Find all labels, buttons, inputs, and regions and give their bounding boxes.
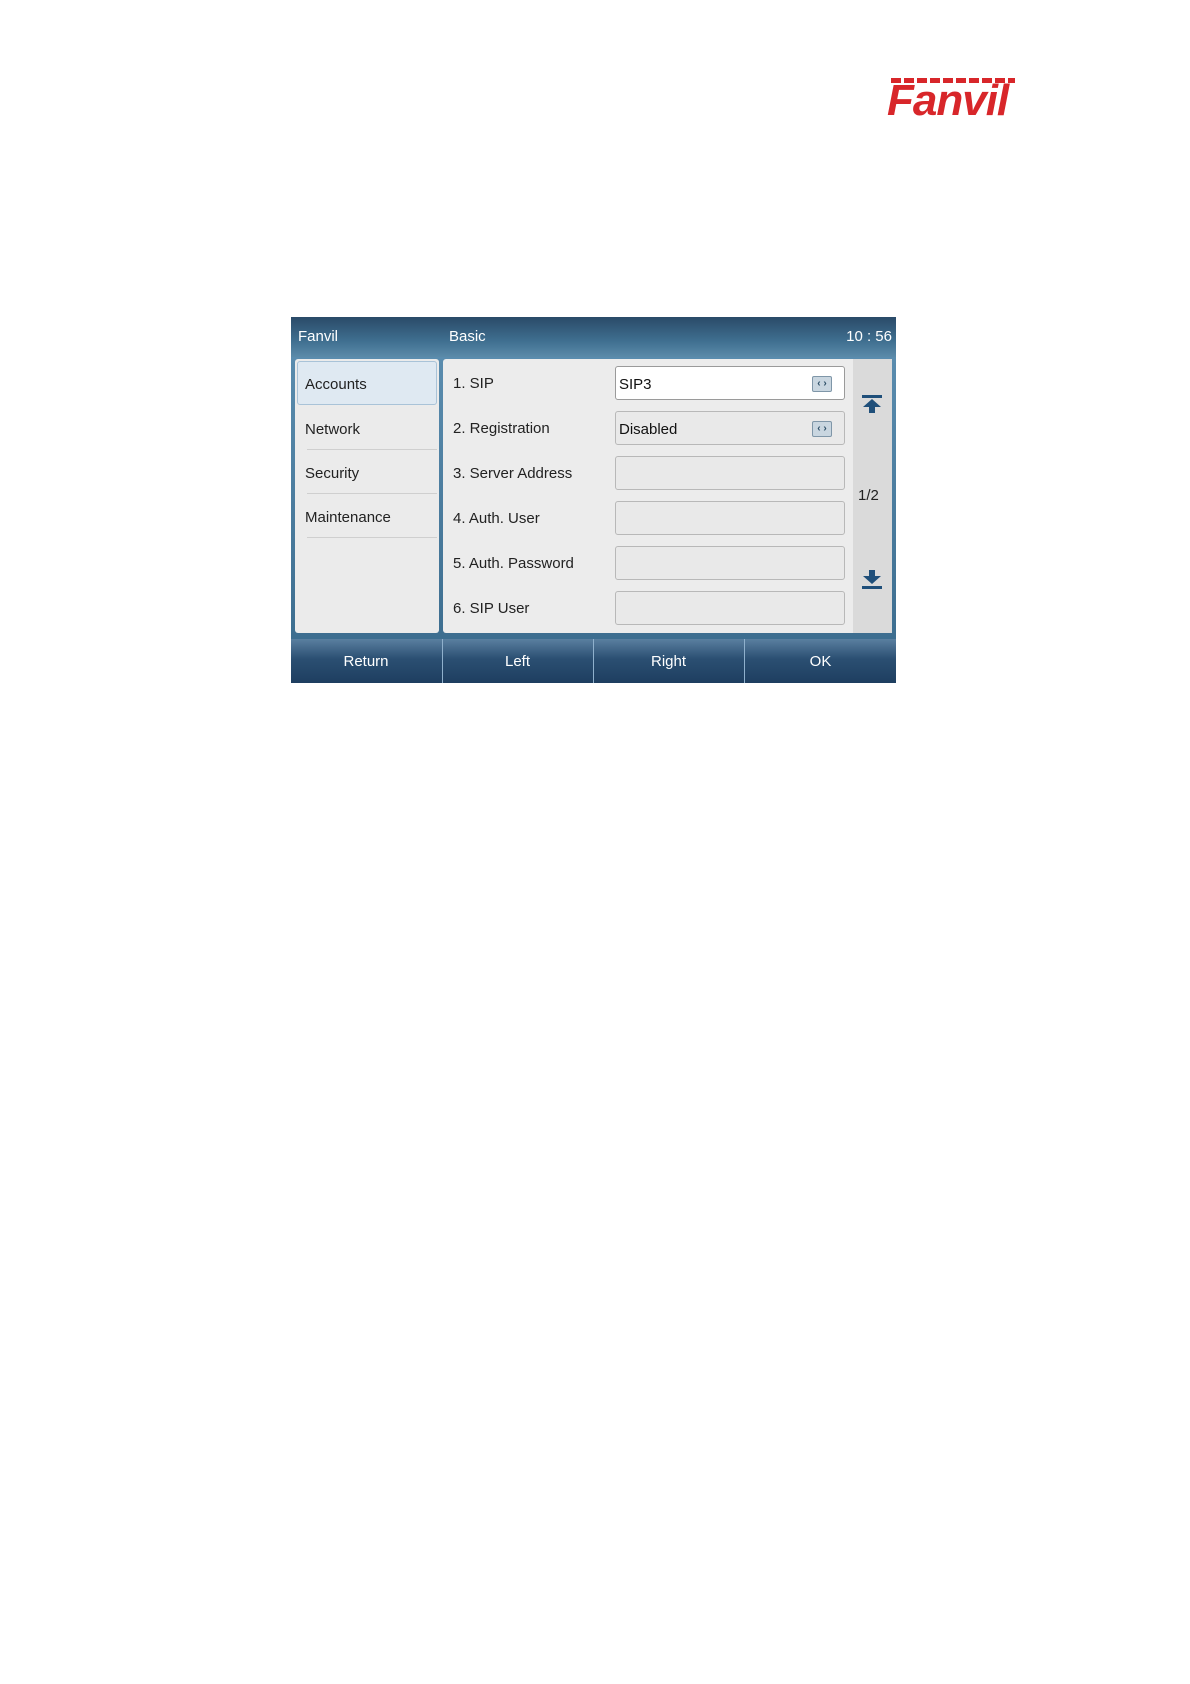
form-row-sip: 1. SIP SIP3 ‹ ›: [443, 361, 853, 406]
phone-screen: Fanvil Basic 10 : 56 Accounts Network Se…: [291, 317, 896, 683]
auth-password-input[interactable]: [615, 546, 845, 580]
sidebar-item-security[interactable]: Security: [297, 450, 437, 494]
return-button[interactable]: Return: [291, 639, 441, 683]
status-bar: Fanvil Basic 10 : 56: [291, 317, 896, 357]
clock: 10 : 56: [846, 328, 892, 345]
status-brand: Fanvil: [298, 328, 339, 345]
sip-value: SIP3: [619, 376, 652, 393]
auth-user-input[interactable]: [615, 501, 845, 535]
form-row-auth-password: 5. Auth. Password: [443, 541, 853, 586]
left-right-arrows-icon[interactable]: ‹ ›: [812, 376, 832, 392]
pager: 1/2: [853, 359, 892, 633]
ok-button[interactable]: OK: [744, 639, 896, 683]
registration-label: 2. Registration: [453, 420, 550, 437]
form-row-auth-user: 4. Auth. User: [443, 496, 853, 541]
registration-value: Disabled: [619, 421, 678, 438]
left-right-arrows-icon[interactable]: ‹ ›: [812, 421, 832, 437]
form-row-sip-user: 6. SIP User: [443, 586, 853, 631]
page-title: Basic: [449, 328, 486, 345]
auth-user-label: 4. Auth. User: [453, 510, 540, 527]
left-button[interactable]: Left: [442, 639, 592, 683]
right-button[interactable]: Right: [593, 639, 743, 683]
form-row-registration: 2. Registration Disabled ‹ ›: [443, 406, 853, 451]
sidebar: Accounts Network Security Maintenance: [295, 359, 439, 633]
settings-form: 1. SIP SIP3 ‹ › 2. Registration Disabled…: [443, 359, 892, 633]
auth-password-label: 5. Auth. Password: [453, 555, 574, 572]
registration-select[interactable]: Disabled ‹ ›: [615, 411, 845, 445]
sip-select[interactable]: SIP3 ‹ ›: [615, 366, 845, 400]
sidebar-item-accounts[interactable]: Accounts: [297, 361, 437, 405]
logo-wordmark: Fanvil: [887, 76, 1009, 125]
sip-user-label: 6. SIP User: [453, 600, 530, 617]
server-address-label: 3. Server Address: [453, 465, 573, 482]
softkey-bar: Return Left Right OK: [291, 639, 896, 683]
screen-body: Accounts Network Security Maintenance 1.…: [291, 357, 896, 639]
sidebar-item-network[interactable]: Network: [297, 406, 437, 450]
fanvil-logo: Fanvil: [887, 76, 1017, 125]
page-down-icon[interactable]: [860, 569, 884, 591]
sip-label: 1. SIP: [453, 375, 494, 392]
server-address-input[interactable]: [615, 456, 845, 490]
page-indicator: 1/2: [858, 487, 879, 504]
page-up-icon[interactable]: [860, 393, 884, 415]
sidebar-item-maintenance[interactable]: Maintenance: [297, 494, 437, 538]
form-row-server-address: 3. Server Address: [443, 451, 853, 496]
sip-user-input[interactable]: [615, 591, 845, 625]
